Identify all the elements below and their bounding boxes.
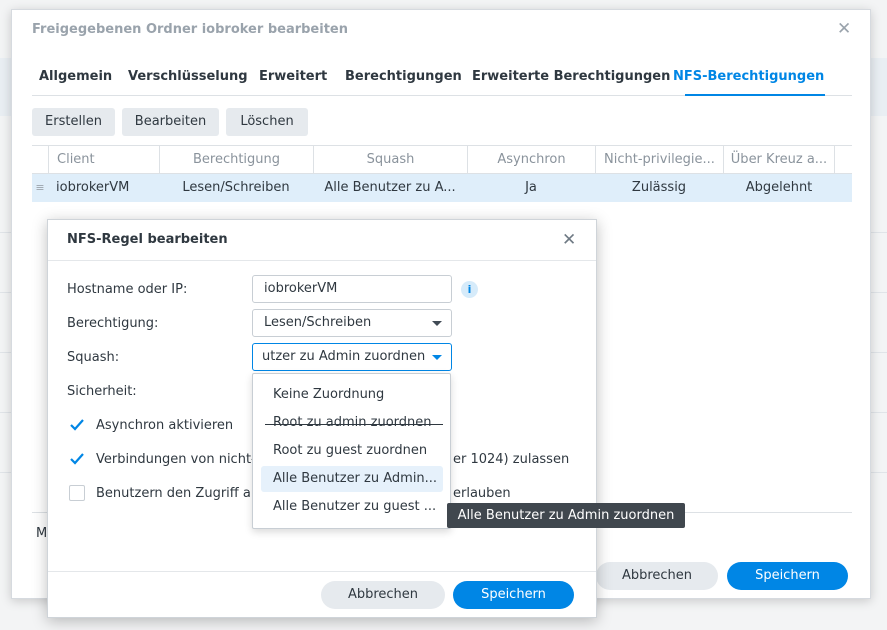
cell-permission: Lesen/Schreiben <box>182 180 290 195</box>
dropdown-option-root-to-guest[interactable]: Root zu guest zuordnen <box>261 438 443 464</box>
checkmark-icon <box>70 453 84 465</box>
dropdown-option-all-to-admin[interactable]: Alle Benutzer zu Admin... <box>261 466 443 492</box>
dropdown-option-no-mapping[interactable]: Keine Zuordnung <box>261 382 443 408</box>
rule-save-button[interactable]: Speichern <box>453 581 574 609</box>
security-label: Sicherheit: <box>67 384 137 399</box>
title-divider <box>48 260 596 261</box>
hostname-input[interactable]: iobrokerVM <box>252 275 452 303</box>
squash-dropdown-list: Keine Zuordnung Root zu admin zuordnen R… <box>252 373 451 529</box>
column-header-client[interactable]: Client <box>48 146 159 173</box>
active-tab-indicator <box>685 94 825 96</box>
subfolder-access-checkbox[interactable] <box>69 485 85 501</box>
column-header-cross-mount[interactable]: Über Kreuz a... <box>723 146 835 173</box>
edit-button[interactable]: Bearbeiten <box>122 108 219 136</box>
chevron-down-icon <box>432 355 442 360</box>
close-icon[interactable]: ✕ <box>562 232 576 249</box>
tab-permissions[interactable]: Berechtigungen <box>345 69 462 84</box>
strikethrough-line <box>265 424 443 425</box>
squash-select-value: utzer zu Admin zuordnen <box>262 349 426 364</box>
dropdown-option-root-to-admin[interactable]: Root zu admin zuordnen <box>261 410 443 436</box>
cell-client: iobrokerVM <box>56 180 130 195</box>
table-header: Client Berechtigung Squash Asynchron Nic… <box>32 145 852 174</box>
rule-dialog-title: NFS-Regel bearbeiten <box>67 232 228 247</box>
tab-encryption[interactable]: Verschlüsselung <box>128 69 248 84</box>
cell-non-privileged: Zulässig <box>631 180 687 195</box>
permission-select-value: Lesen/Schreiben <box>264 315 372 330</box>
cell-async: Ja <box>525 180 537 195</box>
nonprivileged-ports-label: Verbindungen von nicht- <box>96 452 256 467</box>
tab-nfs-permissions[interactable]: NFS-Berechtigungen <box>673 69 824 84</box>
nonprivileged-ports-label-tail: er 1024) zulassen <box>453 452 570 467</box>
footer-divider <box>48 571 596 572</box>
nonprivileged-ports-checkbox[interactable] <box>69 451 85 467</box>
permission-select[interactable]: Lesen/Schreiben <box>252 309 452 337</box>
async-checkbox[interactable] <box>69 417 85 433</box>
tab-bar: Allgemein Verschlüsselung Erweitert Bere… <box>32 66 852 96</box>
async-checkbox-label: Asynchron aktivieren <box>96 418 234 433</box>
dropdown-option-all-to-guest[interactable]: Alle Benutzer zu guest ... <box>261 494 443 520</box>
cell-cross-mount: Abgelehnt <box>745 180 813 195</box>
tab-advanced[interactable]: Erweitert <box>259 69 327 84</box>
info-icon[interactable]: i <box>461 281 478 298</box>
chevron-down-icon <box>432 321 442 326</box>
squash-label: Squash: <box>67 350 120 365</box>
permission-label: Berechtigung: <box>67 316 159 331</box>
rule-cancel-button[interactable]: Abbrechen <box>321 581 445 609</box>
subfolder-access-label-tail: erlauben <box>453 486 511 501</box>
tab-advanced-permissions[interactable]: Erweiterte Berechtigungen <box>472 69 670 84</box>
column-header-async[interactable]: Asynchron <box>467 146 595 173</box>
table-row[interactable]: ≡ iobrokerVM Lesen/Schreiben Alle Benutz… <box>32 174 852 202</box>
subfolder-access-label: Benutzern den Zugriff a <box>96 486 251 501</box>
dialog-title: Freigegebenen Ordner iobroker bearbeiten <box>32 22 348 37</box>
checkmark-icon <box>70 419 84 431</box>
create-button[interactable]: Erstellen <box>32 108 115 136</box>
column-header-permission[interactable]: Berechtigung <box>159 146 313 173</box>
delete-button[interactable]: Löschen <box>226 108 308 136</box>
option-tooltip: Alle Benutzer zu Admin zuordnen <box>447 503 685 528</box>
hostname-label: Hostname oder IP: <box>67 282 188 297</box>
column-header-non-privileged[interactable]: Nicht-privilegie... <box>595 146 723 173</box>
main-save-button[interactable]: Speichern <box>727 562 848 590</box>
squash-select[interactable]: utzer zu Admin zuordnen <box>252 343 452 371</box>
cell-squash: Alle Benutzer zu A... <box>324 180 456 195</box>
drag-handle-icon[interactable]: ≡ <box>32 174 48 202</box>
tab-general[interactable]: Allgemein <box>39 69 112 84</box>
main-cancel-button[interactable]: Abbrechen <box>596 562 718 590</box>
close-icon[interactable]: ✕ <box>837 21 851 38</box>
partial-label: M <box>36 526 48 541</box>
column-header-squash[interactable]: Squash <box>313 146 467 173</box>
